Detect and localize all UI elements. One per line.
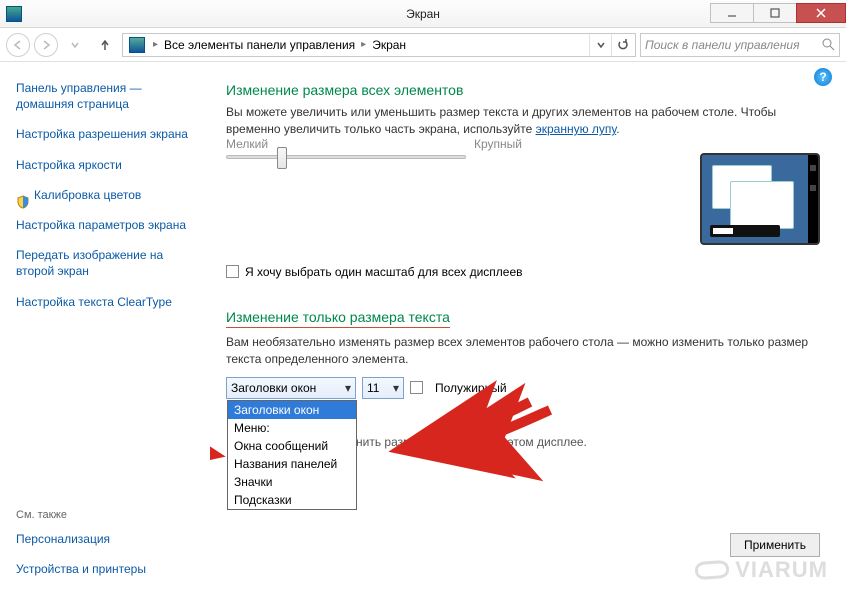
see-also-label: См. также [16, 509, 200, 521]
minimize-button[interactable] [710, 3, 754, 23]
search-input[interactable]: Поиск в панели управления [640, 33, 840, 57]
bold-label: Полужирный [435, 381, 507, 395]
see-also-devices[interactable]: Устройства и принтеры [16, 561, 200, 577]
sidebar-item-resolution[interactable]: Настройка разрешения экрана [16, 126, 200, 142]
slider-label-large: Крупный [474, 137, 522, 151]
watermark-text: VIARUM [735, 557, 828, 583]
address-drop-icon[interactable] [589, 34, 611, 56]
info-text: нить размер элементов на этом дисплее. [356, 435, 587, 449]
element-select[interactable]: Заголовки окон ▾ Заголовки окон Меню: Ок… [226, 377, 356, 399]
sidebar-item-project[interactable]: Передать изображение на второй экран [16, 247, 200, 279]
nav-toolbar: ▸ Все элементы панели управления ▸ Экран… [0, 28, 846, 62]
address-bar[interactable]: ▸ Все элементы панели управления ▸ Экран [122, 33, 636, 57]
option-icons[interactable]: Значки [228, 473, 356, 491]
chevron-down-icon: ▾ [345, 381, 351, 395]
bold-checkbox[interactable] [410, 381, 423, 394]
shield-icon [16, 195, 30, 209]
titlebar: Экран [0, 0, 846, 28]
single-scale-label: Я хочу выбрать один масштаб для всех дис… [245, 265, 523, 279]
magnifier-link[interactable]: экранную лупу [536, 122, 617, 136]
single-scale-checkbox[interactable] [226, 265, 239, 278]
section1-body-suffix: . [616, 122, 619, 136]
section1-body-prefix: Вы можете увеличить или уменьшить размер… [226, 105, 776, 136]
content-pane: ? Изменение размера всех элементов Вы мо… [210, 62, 846, 601]
maximize-button[interactable] [753, 3, 797, 23]
app-icon [6, 6, 22, 22]
sidebar-item-cleartype[interactable]: Настройка текста ClearType [16, 294, 200, 310]
apply-button[interactable]: Применить [730, 533, 820, 557]
close-button[interactable] [796, 3, 846, 23]
control-panel-icon [129, 37, 145, 53]
scale-slider[interactable] [226, 155, 466, 159]
display-preview-icon [700, 153, 820, 245]
see-also-personalization[interactable]: Персонализация [16, 531, 200, 547]
section1-title: Изменение размера всех элементов [226, 82, 820, 98]
element-select-dropdown: Заголовки окон Меню: Окна сообщений Назв… [227, 400, 357, 510]
up-button[interactable] [92, 32, 118, 58]
annotation-arrows [210, 62, 846, 601]
section2-title: Изменение только размера текста [226, 309, 450, 328]
help-icon[interactable]: ? [814, 68, 832, 86]
option-title-bars[interactable]: Заголовки окон [228, 401, 356, 419]
option-menus[interactable]: Меню: [228, 419, 356, 437]
slider-thumb[interactable] [277, 147, 287, 169]
font-size-select[interactable]: 11 ▾ [362, 377, 404, 399]
chevron-down-icon: ▾ [393, 381, 399, 395]
sidebar-item-display-settings[interactable]: Настройка параметров экрана [16, 217, 200, 233]
option-tooltips[interactable]: Подсказки [228, 491, 356, 509]
search-placeholder: Поиск в панели управления [645, 38, 800, 52]
breadcrumb-root[interactable]: Все элементы панели управления [162, 38, 357, 52]
apply-label: Применить [744, 538, 806, 552]
recent-dropdown-icon[interactable] [62, 32, 88, 58]
slider-label-small: Мелкий [226, 137, 268, 151]
sidebar: Панель управления — домашняя страница На… [0, 62, 210, 601]
infinity-icon [695, 560, 730, 580]
forward-button[interactable] [34, 33, 58, 57]
sidebar-item-home[interactable]: Панель управления — домашняя страница [16, 80, 200, 112]
watermark: VIARUM [695, 557, 828, 583]
sidebar-item-brightness[interactable]: Настройка яркости [16, 157, 200, 173]
chevron-right-icon: ▸ [361, 39, 366, 50]
search-icon [821, 37, 835, 54]
refresh-button[interactable] [611, 34, 633, 56]
back-button[interactable] [6, 33, 30, 57]
section1-body: Вы можете увеличить или уменьшить размер… [226, 104, 820, 139]
section2-body: Вам необязательно изменять размер всех э… [226, 334, 820, 369]
chevron-right-icon: ▸ [153, 39, 158, 50]
font-size-value: 11 [367, 381, 379, 395]
breadcrumb-leaf[interactable]: Экран [370, 38, 408, 52]
option-message-boxes[interactable]: Окна сообщений [228, 437, 356, 455]
element-select-value: Заголовки окон [231, 381, 316, 395]
sidebar-item-color-calibration[interactable]: Калибровка цветов [34, 187, 141, 203]
option-palette-titles[interactable]: Названия панелей [228, 455, 356, 473]
